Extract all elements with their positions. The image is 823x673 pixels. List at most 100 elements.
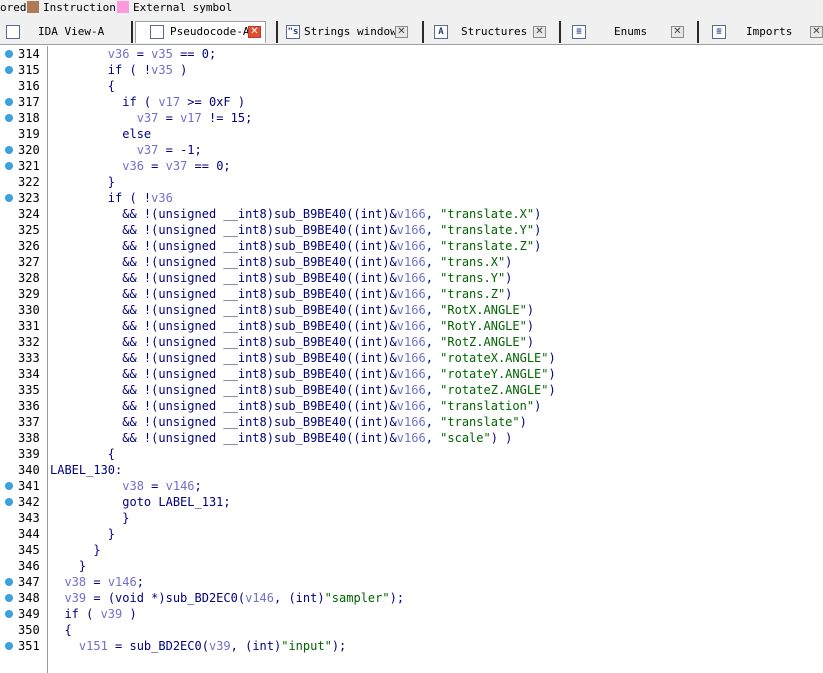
code-line[interactable]: 333 && !(unsigned __int8)sub_B9BE40((int… [0,350,823,366]
code-line[interactable]: 341 v38 = v146; [0,478,823,494]
code-text[interactable]: && !(unsigned __int8)sub_B9BE40((int)&v1… [50,302,534,318]
code-line[interactable]: 327 && !(unsigned __int8)sub_B9BE40((int… [0,254,823,270]
code-text[interactable]: && !(unsigned __int8)sub_B9BE40((int)&v1… [50,238,541,254]
code-text[interactable]: && !(unsigned __int8)sub_B9BE40((int)&v1… [50,270,512,286]
code-line[interactable]: 318 v37 = v17 != 15; [0,110,823,126]
code-text[interactable]: && !(unsigned __int8)sub_B9BE40((int)&v1… [50,414,527,430]
code-text[interactable]: && !(unsigned __int8)sub_B9BE40((int)&v1… [50,366,556,382]
code-text[interactable]: { [50,446,115,462]
code-text[interactable]: } [50,542,100,558]
code-text[interactable]: if ( v17 >= 0xF ) [50,94,245,110]
close-icon[interactable]: ✕ [248,26,261,38]
code-text[interactable]: && !(unsigned __int8)sub_B9BE40((int)&v1… [50,206,541,222]
code-line[interactable]: 351 v151 = sub_BD2EC0(v39, (int)"input")… [0,638,823,654]
code-line[interactable]: 323 if ( !v36 [0,190,823,206]
code-text[interactable]: && !(unsigned __int8)sub_B9BE40((int)&v1… [50,318,534,334]
breakpoint-dot-icon[interactable] [5,162,13,170]
code-line[interactable]: 315 if ( !v35 ) [0,62,823,78]
code-text[interactable]: } [50,174,115,190]
code-line[interactable]: 346 } [0,558,823,574]
code-text[interactable]: && !(unsigned __int8)sub_B9BE40((int)&v1… [50,286,512,302]
code-text[interactable]: if ( !v35 ) [50,62,188,78]
code-line[interactable]: 332 && !(unsigned __int8)sub_B9BE40((int… [0,334,823,350]
code-line[interactable]: 336 && !(unsigned __int8)sub_B9BE40((int… [0,398,823,414]
code-text[interactable]: && !(unsigned __int8)sub_B9BE40((int)&v1… [50,254,512,270]
code-line[interactable]: 325 && !(unsigned __int8)sub_B9BE40((int… [0,222,823,238]
code-text[interactable]: } [50,510,129,526]
code-text[interactable]: goto LABEL_131; [50,494,230,510]
code-line[interactable]: 330 && !(unsigned __int8)sub_B9BE40((int… [0,302,823,318]
code-text[interactable]: v38 = v146; [50,478,202,494]
code-text[interactable]: v39 = (void *)sub_BD2EC0(v146, (int)"sam… [50,590,404,606]
code-text[interactable]: && !(unsigned __int8)sub_B9BE40((int)&v1… [50,222,541,238]
code-line[interactable]: 342 goto LABEL_131; [0,494,823,510]
code-line[interactable]: 317 if ( v17 >= 0xF ) [0,94,823,110]
tab-ida-view-a[interactable]: IDA View-A [2,23,128,41]
code-text[interactable]: v37 = v17 != 15; [50,110,253,126]
breakpoint-dot-icon[interactable] [5,642,13,650]
pseudocode-view[interactable]: 314 v36 = v35 == 0; 315 if ( !v35 ) 316 {3… [0,46,823,673]
code-line[interactable]: 347 v38 = v146; [0,574,823,590]
breakpoint-dot-icon[interactable] [5,578,13,586]
code-line[interactable]: 337 && !(unsigned __int8)sub_B9BE40((int… [0,414,823,430]
code-text[interactable]: { [50,78,115,94]
tab-structures[interactable]: A Structures ✕ [430,23,554,41]
code-line[interactable]: 348 v39 = (void *)sub_BD2EC0(v146, (int)… [0,590,823,606]
tab-strings-window[interactable]: "s Strings window ✕ [282,23,415,41]
code-line[interactable]: 343 } [0,510,823,526]
code-line[interactable]: 349 if ( v39 ) [0,606,823,622]
close-icon[interactable]: ✕ [810,26,823,38]
code-line[interactable]: 344 } [0,526,823,542]
breakpoint-dot-icon[interactable] [5,114,13,122]
code-text[interactable]: v36 = v35 == 0; [50,46,216,62]
code-text[interactable]: else [50,126,151,142]
breakpoint-dot-icon[interactable] [5,594,13,602]
close-icon[interactable]: ✕ [395,26,408,38]
code-text[interactable]: v36 = v37 == 0; [50,158,230,174]
code-text[interactable]: && !(unsigned __int8)sub_B9BE40((int)&v1… [50,334,534,350]
code-line[interactable]: 339 { [0,446,823,462]
code-line[interactable]: 326 && !(unsigned __int8)sub_B9BE40((int… [0,238,823,254]
code-text[interactable]: } [50,558,86,574]
code-line[interactable]: 329 && !(unsigned __int8)sub_B9BE40((int… [0,286,823,302]
code-line[interactable]: 324 && !(unsigned __int8)sub_B9BE40((int… [0,206,823,222]
code-text[interactable]: v151 = sub_BD2EC0(v39, (int)"input"); [50,638,346,654]
code-line[interactable]: 322 } [0,174,823,190]
code-line[interactable]: 331 && !(unsigned __int8)sub_B9BE40((int… [0,318,823,334]
code-text[interactable]: } [50,526,115,542]
breakpoint-dot-icon[interactable] [5,146,13,154]
code-line[interactable]: 340 LABEL_130: [0,462,823,478]
code-text[interactable]: if ( !v36 [50,190,173,206]
code-text[interactable]: v38 = v146; [50,574,144,590]
code-line[interactable]: 321 v36 = v37 == 0; [0,158,823,174]
code-text[interactable]: { [50,622,71,638]
tab-pseudocode-a[interactable]: Pseudocode-A ✕ [135,21,266,43]
close-icon[interactable]: ✕ [533,26,546,38]
code-line[interactable]: 350 { [0,622,823,638]
tab-imports[interactable]: ≡ Imports ✕ [708,23,823,41]
breakpoint-dot-icon[interactable] [5,66,13,74]
breakpoint-dot-icon[interactable] [5,50,13,58]
code-line[interactable]: 345 } [0,542,823,558]
code-line[interactable]: 338 && !(unsigned __int8)sub_B9BE40((int… [0,430,823,446]
code-text[interactable]: && !(unsigned __int8)sub_B9BE40((int)&v1… [50,382,556,398]
code-line[interactable]: 335 && !(unsigned __int8)sub_B9BE40((int… [0,382,823,398]
breakpoint-dot-icon[interactable] [5,98,13,106]
code-line[interactable]: 334 && !(unsigned __int8)sub_B9BE40((int… [0,366,823,382]
breakpoint-dot-icon[interactable] [5,194,13,202]
breakpoint-dot-icon[interactable] [5,482,13,490]
close-icon[interactable]: ✕ [671,26,684,38]
breakpoint-dot-icon[interactable] [5,610,13,618]
code-text[interactable]: if ( v39 ) [50,606,136,622]
code-text[interactable]: && !(unsigned __int8)sub_B9BE40((int)&v1… [50,350,556,366]
code-line[interactable]: 320 v37 = -1; [0,142,823,158]
tab-enums[interactable]: ≡ Enums ✕ [568,23,694,41]
code-text[interactable]: v37 = -1; [50,142,202,158]
code-text[interactable]: LABEL_130: [50,462,122,478]
code-line[interactable]: 316 { [0,78,823,94]
breakpoint-dot-icon[interactable] [5,498,13,506]
code-text[interactable]: && !(unsigned __int8)sub_B9BE40((int)&v1… [50,430,512,446]
code-line[interactable]: 328 && !(unsigned __int8)sub_B9BE40((int… [0,270,823,286]
code-line[interactable]: 319 else [0,126,823,142]
code-text[interactable]: && !(unsigned __int8)sub_B9BE40((int)&v1… [50,398,541,414]
